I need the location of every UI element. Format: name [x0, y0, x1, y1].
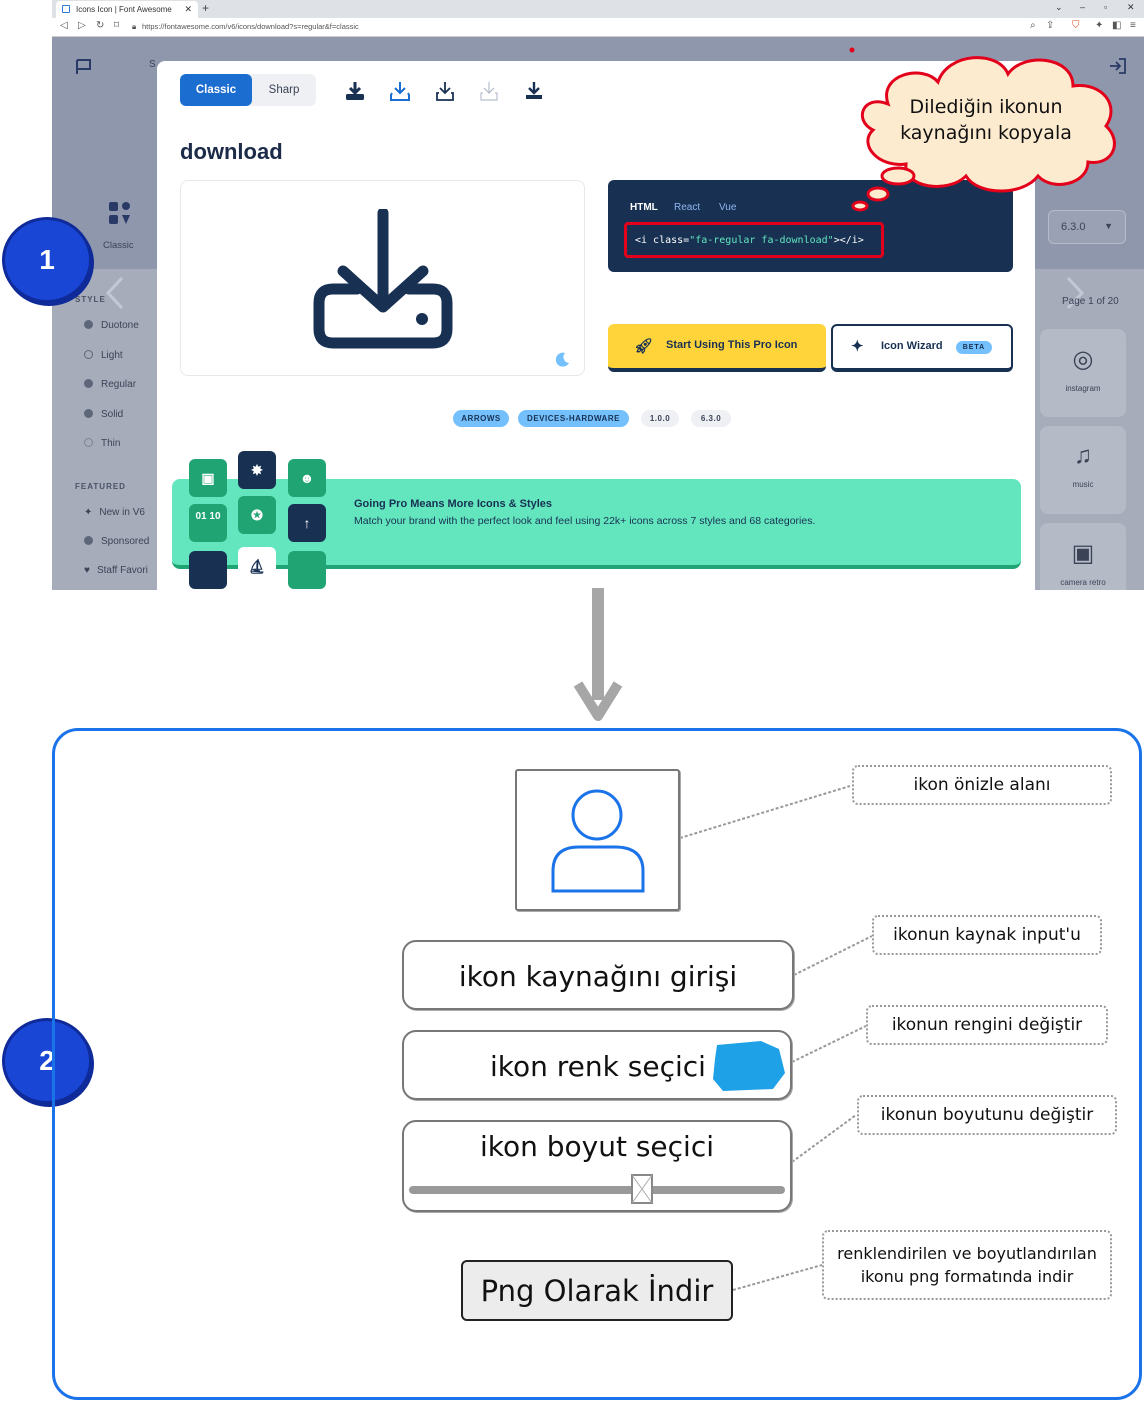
note-source: ikonun kaynak input'u — [872, 915, 1102, 955]
color-swatch[interactable] — [711, 1039, 787, 1093]
note-color: ikonun rengini değiştir — [866, 1005, 1108, 1045]
icon-size-picker: ikon boyut seçici — [402, 1120, 792, 1212]
png-download-button[interactable]: Png Olarak İndir — [461, 1260, 733, 1321]
size-slider-track[interactable] — [409, 1186, 785, 1194]
png-download-label: Png Olarak İndir — [480, 1274, 714, 1308]
color-picker-label: ikon renk seçici — [490, 1050, 706, 1083]
note-download-line-1: renklendirilen ve boyutlandırılan — [837, 1244, 1097, 1263]
size-picker-label: ikon boyut seçici — [479, 1130, 715, 1163]
icon-source-placeholder: ikon kaynağını girişi — [458, 960, 738, 993]
icon-preview-area — [515, 769, 680, 911]
user-icon — [551, 789, 645, 893]
note-download-line-2: ikonu png formatında indir — [860, 1267, 1074, 1286]
icon-source-input[interactable]: ikon kaynağını girişi — [402, 940, 794, 1010]
size-slider-thumb[interactable] — [630, 1173, 654, 1205]
note-size: ikonun boyutunu değiştir — [857, 1095, 1117, 1135]
note-preview: ikon önizle alanı — [852, 765, 1112, 805]
note-download: renklendirilen ve boyutlandırılan ikonu … — [822, 1230, 1112, 1300]
